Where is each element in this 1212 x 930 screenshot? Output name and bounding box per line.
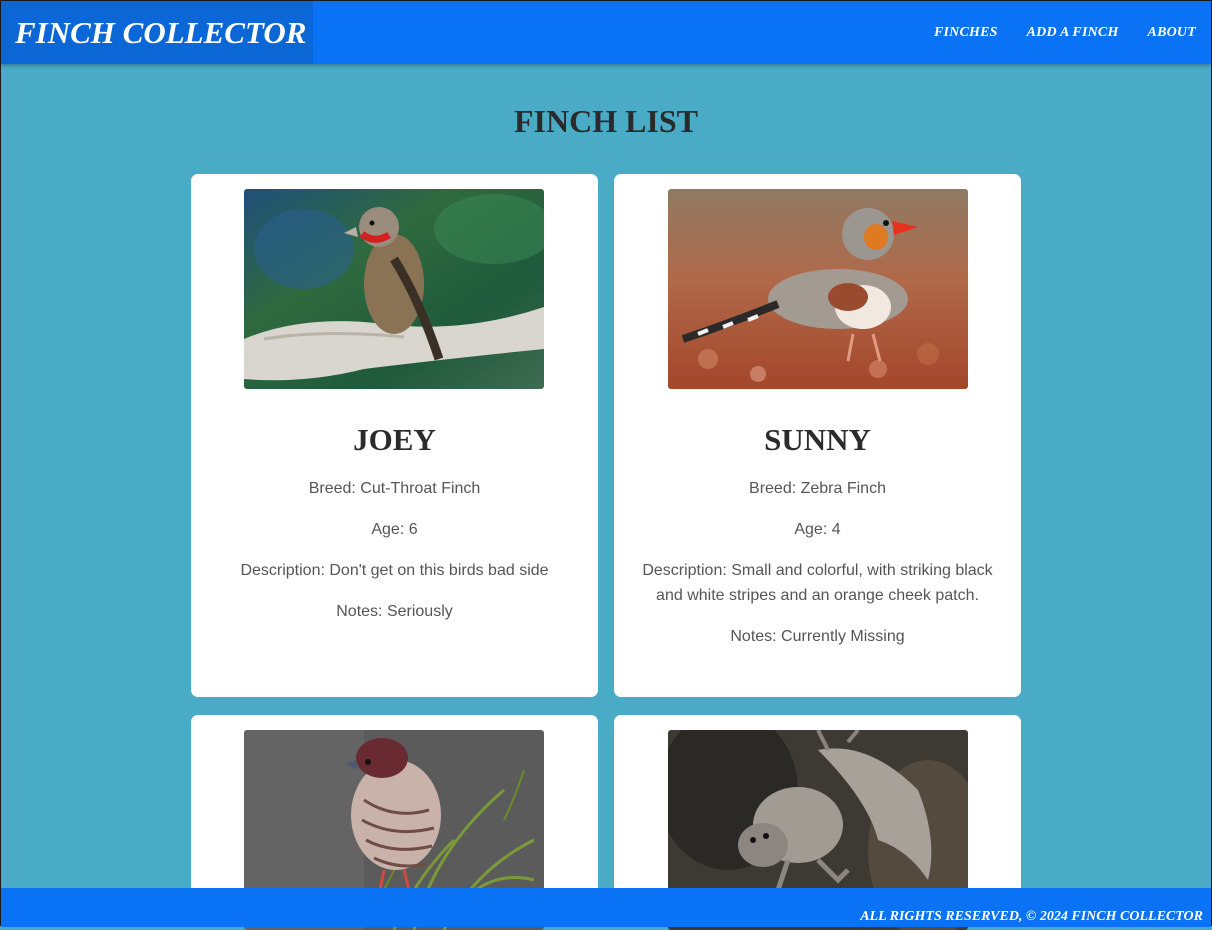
finch-card-joey[interactable]: JOEY Breed: Cut-Throat Finch Age: 6 Desc… — [191, 174, 598, 697]
page-title: FINCH LIST — [513, 103, 699, 139]
finch-age: Age: 6 — [371, 521, 418, 538]
finch-notes: Notes: Currently Missing — [730, 628, 905, 645]
finch-card[interactable] — [614, 715, 1021, 930]
footer: ALL RIGHTS RESERVED, © 2024 FINCH COLLEC… — [1, 888, 1211, 927]
brand-link[interactable]: FINCH COLLECTOR — [1, 1, 313, 64]
nav-link-about[interactable]: ABOUT — [1148, 25, 1196, 41]
nav-link-finches[interactable]: FINCHES — [934, 25, 998, 41]
finch-breed: Breed: Zebra Finch — [749, 480, 886, 497]
finch-description: Description: Don't get on this birds bad… — [240, 562, 549, 579]
finch-name: JOEY — [353, 422, 436, 457]
nav-link-add-a-finch[interactable]: ADD A FINCH — [1027, 25, 1119, 41]
finch-card[interactable] — [191, 715, 598, 930]
finch-breed: Breed: Cut-Throat Finch — [308, 480, 481, 497]
navbar: FINCH COLLECTOR FINCHES ADD A FINCH ABOU… — [1, 1, 1211, 64]
finch-photo-zebra-finch — [668, 189, 968, 389]
finch-notes: Notes: Seriously — [336, 603, 453, 620]
finch-details: Breed: Cut-Throat Finch Age: 6 Descripti… — [211, 476, 578, 640]
nav-links: FINCHES ADD A FINCH ABOUT — [905, 1, 1196, 64]
finch-card-sunny[interactable]: SUNNY Breed: Zebra Finch Age: 4 Descript… — [614, 174, 1021, 697]
finch-description: Description: Small and colorful, with st… — [642, 562, 993, 604]
finch-photo-cut-throat-finch — [244, 189, 544, 389]
finch-age: Age: 4 — [794, 521, 841, 538]
finch-name: SUNNY — [764, 422, 871, 457]
finch-details: Breed: Zebra Finch Age: 4 Description: S… — [634, 476, 1001, 665]
footer-copyright: ALL RIGHTS RESERVED, © 2024 FINCH COLLEC… — [860, 909, 1203, 924]
